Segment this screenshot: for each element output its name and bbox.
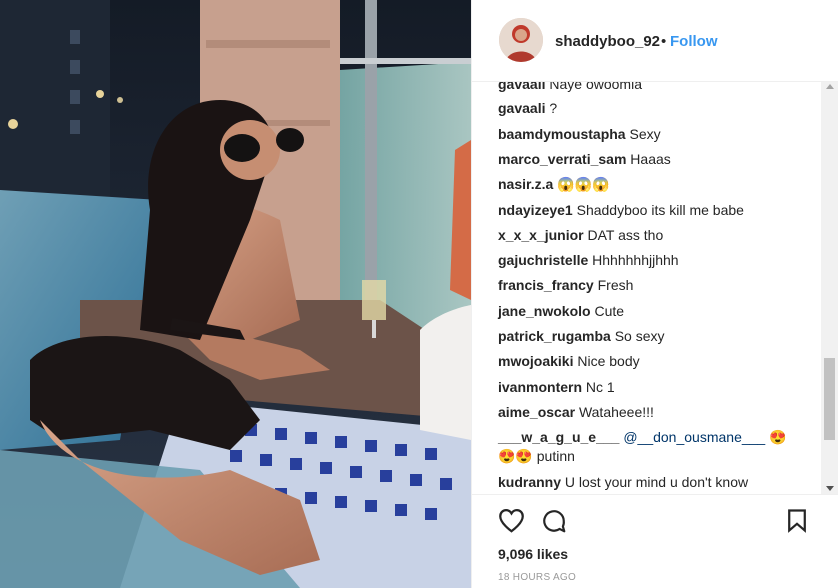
comment-text: Naye owoomia (545, 82, 642, 92)
comment-item: baamdymoustapha Sexy (498, 125, 661, 143)
comment-mention[interactable]: @__don_ousmane___ (619, 429, 765, 445)
comment-text: Cute (590, 303, 625, 319)
comment-username[interactable]: gavaali (498, 100, 545, 116)
comment-text: 😍😍 putinn (498, 448, 575, 464)
comment-text: Hhhhhhhjjhhh (588, 252, 679, 268)
comment-username[interactable]: mwojoakiki (498, 353, 573, 369)
bookmark-icon[interactable] (787, 508, 807, 538)
comment-text: DAT ass tho (583, 227, 664, 243)
comment-icon[interactable] (541, 508, 567, 539)
scroll-up-arrow-icon[interactable] (826, 84, 834, 89)
comment-username[interactable]: x_x_x_junior (498, 227, 584, 243)
comment-text: Haaas (626, 151, 671, 167)
scrollbar-thumb[interactable] (824, 358, 835, 440)
separator-dot: • (661, 33, 667, 50)
comments-list[interactable]: gavaali Naye owoomia gavaali ? baamdymou… (472, 82, 820, 494)
comment-item: jane_nwokolo Cute (498, 302, 624, 320)
comment-username[interactable]: francis_francy (498, 277, 594, 293)
post-photo[interactable] (0, 0, 471, 588)
comment-username[interactable]: jane_nwokolo (498, 303, 591, 319)
comment-text: So sexy (610, 328, 665, 344)
comment-item: patrick_rugamba So sexy (498, 327, 665, 345)
post-timestamp[interactable]: 18 HOURS AGO (498, 572, 576, 583)
post-details-panel: shaddyboo_92 • Follow gavaali Naye owoom… (471, 0, 838, 588)
comment-username[interactable]: marco_verrati_sam (498, 151, 626, 167)
comment-username[interactable]: gavaali (498, 82, 545, 92)
post-actions: 9,096 likes 18 HOURS AGO (472, 494, 838, 588)
comment-item: nasir.z.a 😱😱😱 (498, 175, 609, 193)
heart-icon[interactable] (498, 508, 525, 538)
comment-item-continued: 😍😍 putinn (498, 447, 575, 465)
comment-text: 😍 (765, 429, 787, 445)
comment-item: gavaali ? (498, 99, 557, 117)
comment-item: francis_francy Fresh (498, 276, 633, 294)
comment-item: aime_oscar Wataheee!!! (498, 403, 654, 421)
comment-text: 😱😱😱 (553, 176, 610, 192)
comment-item: ___w_a_g_u_e___ @__don_ousmane___ 😍 (498, 428, 787, 446)
comment-item: gavaali Naye owoomia (498, 82, 642, 93)
comment-username[interactable]: patrick_rugamba (498, 328, 611, 344)
comment-username[interactable]: kudranny (498, 474, 561, 490)
avatar[interactable] (499, 18, 543, 62)
comment-item: x_x_x_junior DAT ass tho (498, 226, 663, 244)
comment-text: Nice body (573, 353, 640, 369)
comment-text: Sexy (625, 126, 661, 142)
comment-text: U lost your mind u don't know (561, 474, 749, 490)
comment-username[interactable]: ___w_a_g_u_e___ (498, 429, 619, 445)
comment-text: Nc 1 (582, 379, 615, 395)
likes-count[interactable]: 9,096 likes (498, 546, 568, 562)
comment-username[interactable]: baamdymoustapha (498, 126, 626, 142)
comment-username[interactable]: ndayizeye1 (498, 202, 573, 218)
comment-item: ivanmontern Nc 1 (498, 378, 615, 396)
username[interactable]: shaddyboo_92 (555, 33, 660, 50)
comment-username[interactable]: aime_oscar (498, 404, 575, 420)
comment-item: ndayizeye1 Shaddyboo its kill me babe (498, 201, 744, 219)
comment-text: Fresh (593, 277, 634, 293)
comment-username[interactable]: gajuchristelle (498, 252, 588, 268)
comment-item: gajuchristelle Hhhhhhhjjhhh (498, 251, 679, 269)
comment-username[interactable]: nasir.z.a (498, 176, 553, 192)
comment-text: Shaddyboo its kill me babe (572, 202, 744, 218)
comment-text: ? (545, 100, 558, 116)
comment-item: marco_verrati_sam Haaas (498, 150, 671, 168)
comments-scrollbar[interactable] (821, 82, 838, 494)
comment-text: Wataheee!!! (575, 404, 654, 420)
comment-item: kudranny U lost your mind u don't know (498, 473, 748, 491)
avatar-image (499, 18, 543, 62)
comment-username[interactable]: ivanmontern (498, 379, 582, 395)
post-header: shaddyboo_92 • Follow (472, 0, 838, 82)
post-image (0, 0, 471, 588)
comment-item: mwojoakiki Nice body (498, 352, 640, 370)
follow-button[interactable]: Follow (670, 33, 718, 50)
scroll-down-arrow-icon[interactable] (826, 486, 834, 491)
